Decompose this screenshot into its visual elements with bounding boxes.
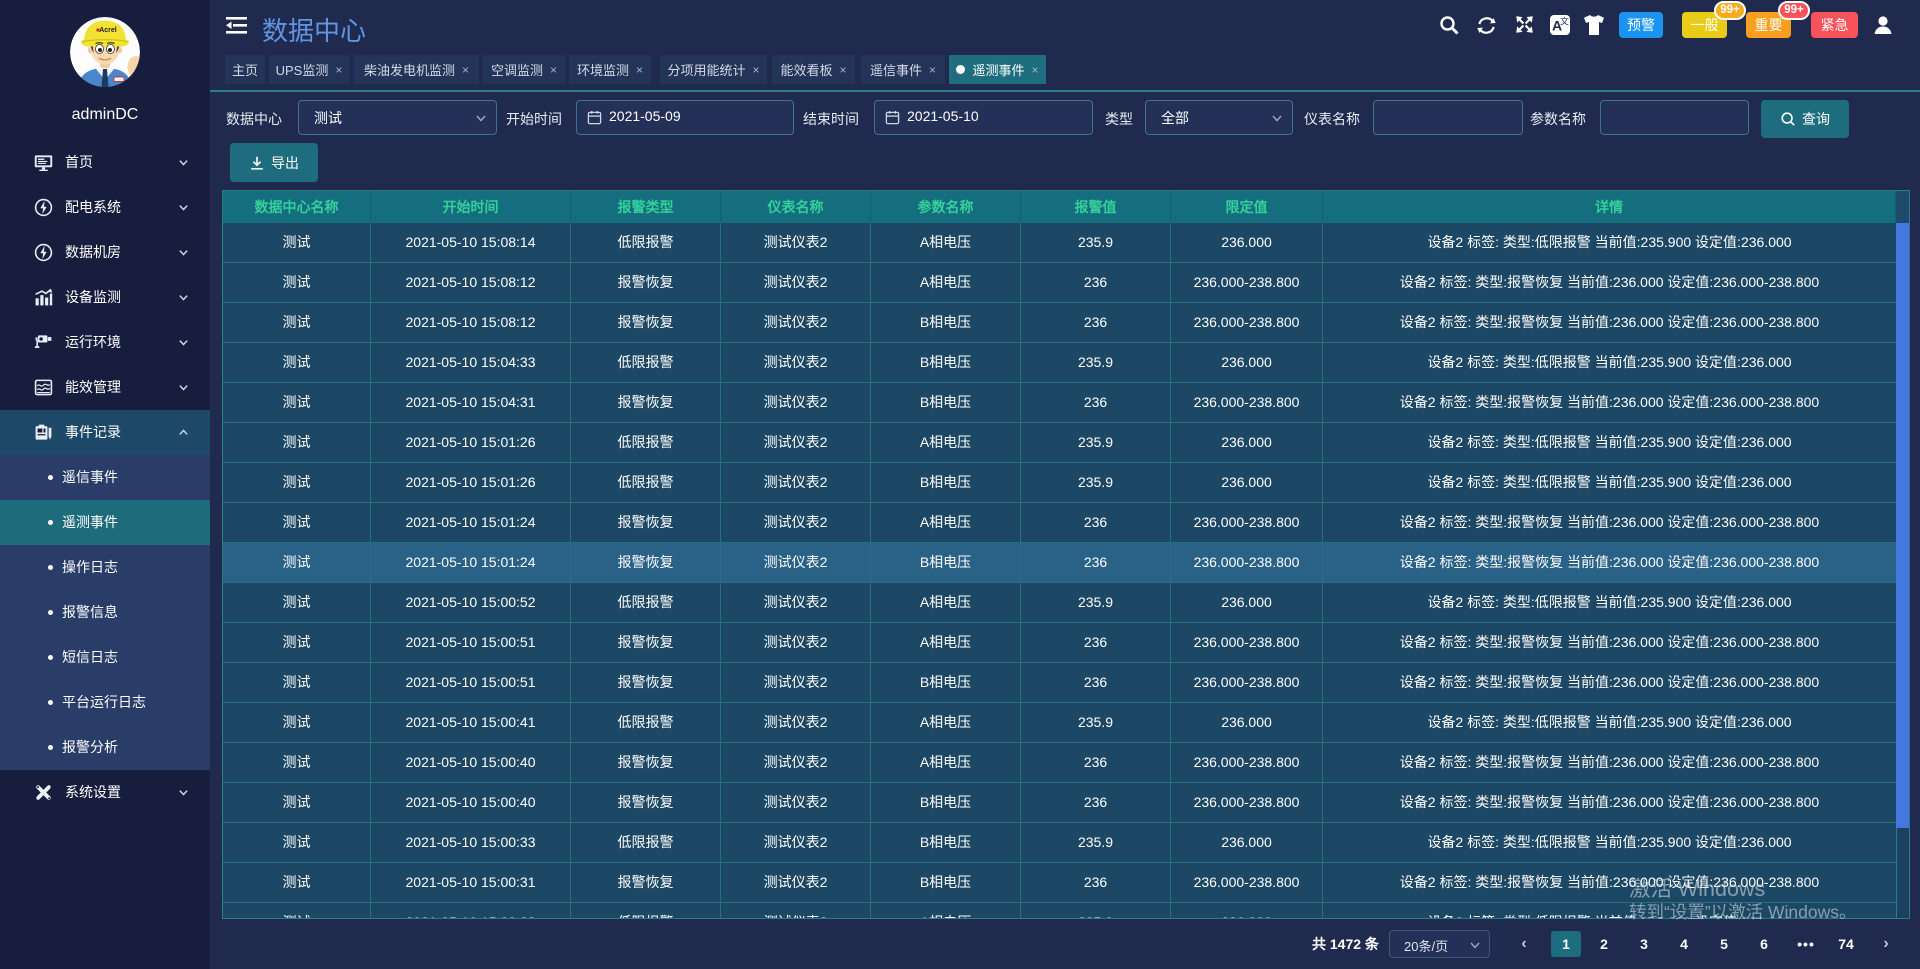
svg-text:文: 文 bbox=[1560, 16, 1569, 27]
svg-text:Acrel: Acrel bbox=[99, 27, 117, 34]
